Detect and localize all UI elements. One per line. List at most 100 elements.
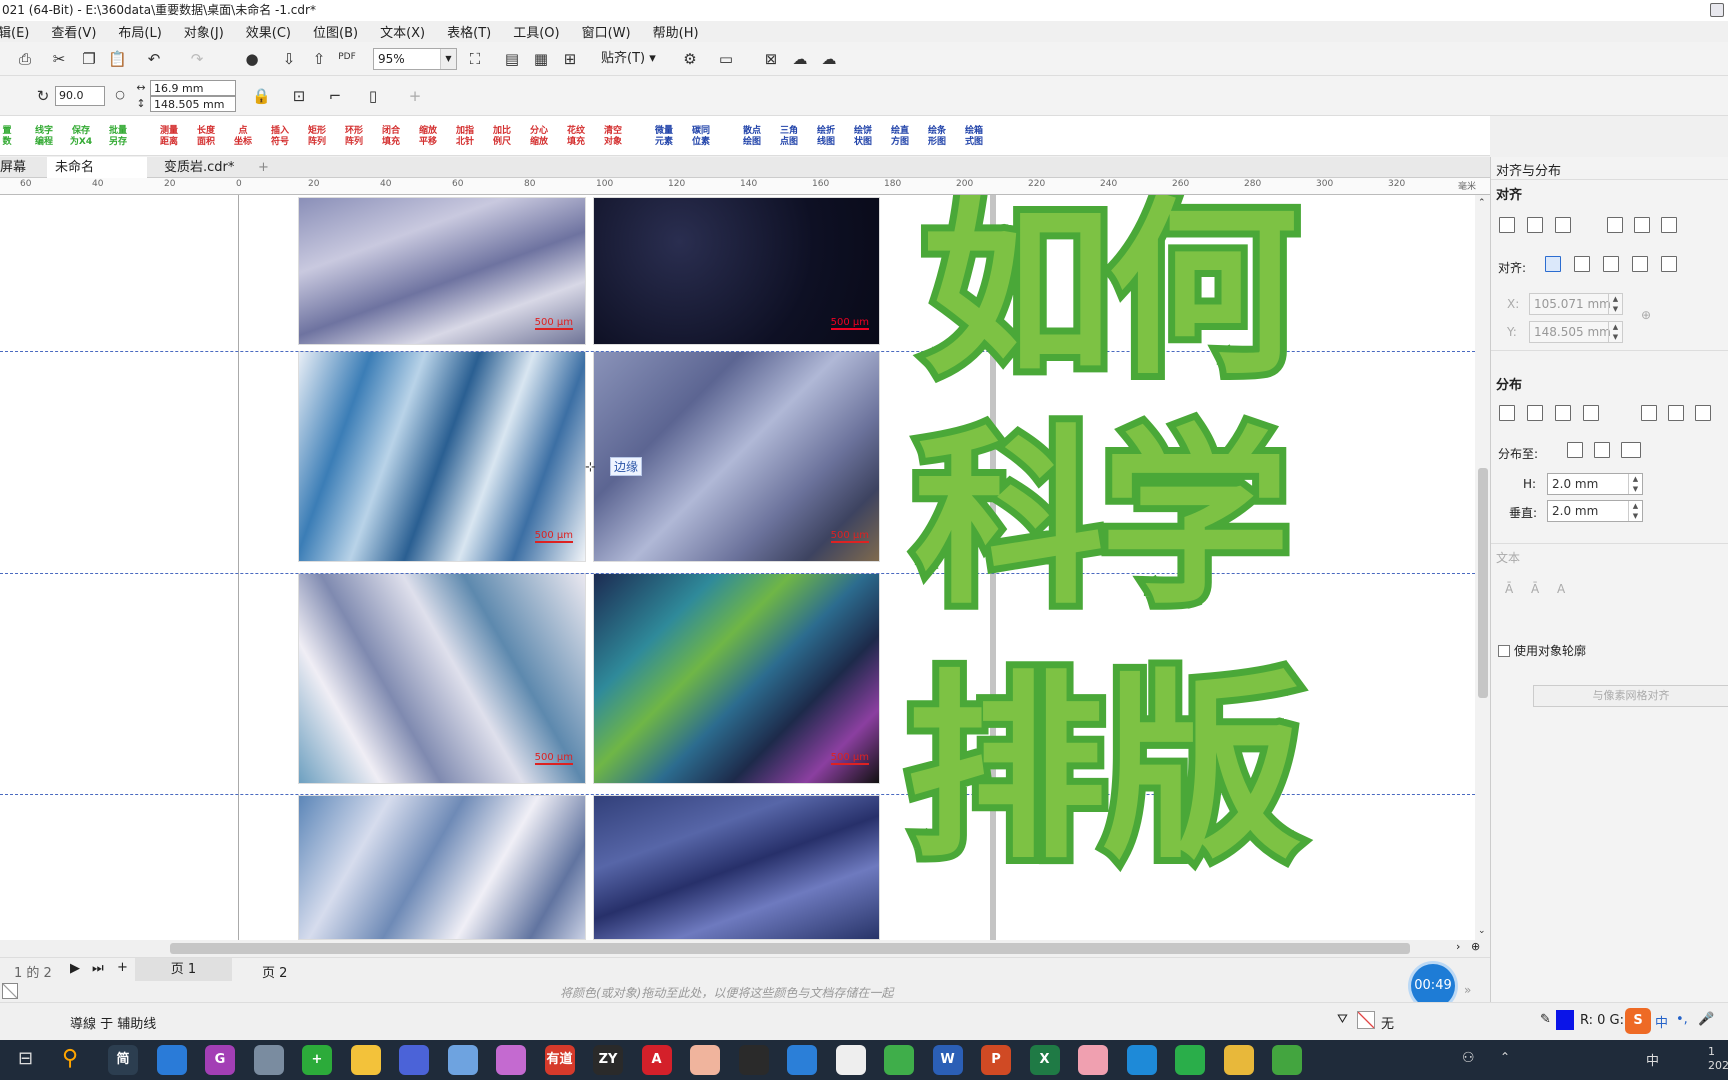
macro-button[interactable]: 加比 例尺: [489, 126, 515, 148]
corel-connect-icon[interactable]: ●: [243, 50, 261, 68]
text-bbox-icon[interactable]: A: [1557, 582, 1565, 596]
zoom-combobox[interactable]: 95% ▼: [373, 48, 457, 70]
macro-button[interactable]: 保存 为X4: [68, 126, 94, 148]
outline-icon[interactable]: ⌐: [326, 87, 344, 105]
macro-button[interactable]: 线字 编程: [31, 126, 57, 148]
macro-button[interactable]: 插入 符号: [267, 126, 293, 148]
align-point-icon[interactable]: [1661, 256, 1677, 272]
cut-icon[interactable]: ✂: [50, 50, 68, 68]
add-icon[interactable]: +: [406, 87, 424, 105]
youdao-icon[interactable]: 有道: [544, 1045, 575, 1075]
redo-icon[interactable]: ↷: [188, 50, 206, 68]
macro-button[interactable]: 缩放 平移: [415, 126, 441, 148]
print-icon[interactable]: ⎙: [16, 50, 34, 68]
macro-button[interactable]: 分心 缩放: [526, 126, 552, 148]
macro-button[interactable]: 花纹 填充: [563, 126, 589, 148]
export-pdf-icon[interactable]: PDF: [338, 48, 356, 66]
menu-window[interactable]: 窗口(W): [582, 22, 631, 41]
distribute-middle-icon[interactable]: [1668, 405, 1684, 421]
media-icon[interactable]: [399, 1045, 429, 1075]
page-tab-1[interactable]: 页 1: [135, 958, 232, 981]
scroll-down-icon[interactable]: ⌄: [1478, 926, 1486, 936]
wechat-icon[interactable]: [1175, 1045, 1205, 1075]
thin-section-photo-7[interactable]: [298, 795, 586, 940]
scroll-up-icon[interactable]: ⌃: [1478, 198, 1486, 208]
thin-section-photo-6[interactable]: 500 μm: [593, 573, 880, 784]
sogou-ime-icon[interactable]: S: [1625, 1008, 1651, 1034]
flower-icon[interactable]: [447, 1045, 478, 1075]
align-selection-icon[interactable]: [1574, 256, 1590, 272]
undo-icon[interactable]: ↶: [145, 50, 163, 68]
full-screen-icon[interactable]: ⛶: [466, 50, 484, 68]
h-spacing-field[interactable]: 2.0 mm ▲ ▼: [1547, 473, 1643, 495]
macro-button[interactable]: 碳同 位素: [688, 126, 714, 148]
target-icon[interactable]: ⊕: [1641, 308, 1651, 322]
align-center-h-icon[interactable]: [1527, 217, 1543, 233]
distribute-top-icon[interactable]: [1641, 405, 1657, 421]
qq-icon[interactable]: [738, 1045, 769, 1075]
macro-button[interactable]: 测量 距离: [156, 126, 182, 148]
app-green-icon[interactable]: [884, 1045, 914, 1075]
horizontal-scroll-thumb[interactable]: [170, 943, 1410, 954]
distribute-bottom-icon[interactable]: [1695, 405, 1711, 421]
sogou-browser-icon[interactable]: [156, 1045, 187, 1075]
y-field[interactable]: 148.505 mm ▲ ▼: [1529, 321, 1623, 343]
align-top-icon[interactable]: [1607, 217, 1623, 233]
pig-icon[interactable]: [1078, 1045, 1108, 1075]
width-field[interactable]: 16.9 mm: [150, 80, 236, 96]
menu-help[interactable]: 帮助(H): [653, 22, 699, 41]
outline-checkbox[interactable]: [1498, 645, 1510, 657]
import-icon[interactable]: ⇩: [280, 50, 298, 68]
guide-icon[interactable]: ▯: [364, 87, 382, 105]
tab-metamorphic[interactable]: 变质岩.cdr*: [156, 157, 242, 178]
paste-icon[interactable]: 📋: [108, 50, 127, 68]
close-doc-icon[interactable]: ⊠: [762, 50, 780, 68]
title-text-line-1[interactable]: 如何: [915, 195, 1305, 392]
align-left-icon[interactable]: [1499, 217, 1515, 233]
menu-text[interactable]: 文本(X): [380, 22, 425, 41]
outline-color-swatch[interactable]: [1556, 1010, 1574, 1030]
thin-section-photo-5[interactable]: 500 μm: [298, 573, 586, 784]
ime-mode[interactable]: 中: [1655, 1012, 1668, 1031]
punctuation-icon[interactable]: •,: [1676, 1012, 1688, 1027]
distribute-right-icon[interactable]: [1583, 405, 1599, 421]
macro-button[interactable]: 闭合 填充: [378, 126, 404, 148]
clock[interactable]: 1 202: [1708, 1045, 1728, 1073]
macro-button[interactable]: 置 数: [0, 126, 20, 148]
excel-icon[interactable]: X: [1029, 1045, 1060, 1075]
photos-icon[interactable]: [787, 1045, 817, 1075]
distribute-selection-icon[interactable]: [1567, 442, 1583, 458]
text-first-line-icon[interactable]: Ā: [1531, 582, 1539, 596]
align-active-objects-icon[interactable]: [1545, 256, 1561, 272]
macro-button[interactable]: 三角 点图: [776, 126, 802, 148]
options-gear-icon[interactable]: ⚙: [681, 50, 699, 68]
zoom-nav-icon[interactable]: ⊕: [1471, 940, 1480, 953]
macro-button[interactable]: 散点 绘图: [739, 126, 765, 148]
align-page-edge-icon[interactable]: [1603, 256, 1619, 272]
new-tab-icon[interactable]: +: [250, 157, 277, 178]
tab-untitled[interactable]: 未命名 -1.cdr*: [47, 157, 147, 196]
distribute-page-icon[interactable]: [1594, 442, 1610, 458]
show-rulers-icon[interactable]: ▤: [503, 50, 521, 68]
distribute-spacing-value-icon[interactable]: [1621, 442, 1641, 458]
menu-layout[interactable]: 布局(L): [118, 22, 161, 41]
align-right-icon[interactable]: [1555, 217, 1571, 233]
title-text-line-3[interactable]: 排版: [899, 663, 1309, 877]
macro-button[interactable]: 批量 另存: [105, 126, 131, 148]
macro-button[interactable]: 加指 北针: [452, 126, 478, 148]
picture-icon[interactable]: [496, 1045, 526, 1075]
search-icon[interactable]: ⚲: [62, 1046, 78, 1071]
robot-icon[interactable]: [253, 1045, 284, 1075]
snap-to-dropdown[interactable]: 贴齐(T) ▾: [601, 47, 656, 66]
palette-expand-icon[interactable]: »: [1464, 983, 1471, 997]
distribute-center-icon[interactable]: [1527, 405, 1543, 421]
menu-bitmaps[interactable]: 位图(B): [313, 22, 358, 41]
v-spacing-field[interactable]: 2.0 mm ▲ ▼: [1547, 500, 1643, 522]
macro-button[interactable]: 清空 对象: [600, 126, 626, 148]
macro-button[interactable]: 绘条 形图: [924, 126, 950, 148]
app-launcher-icon[interactable]: ▭: [717, 50, 735, 68]
last-page-icon[interactable]: ⏭: [92, 961, 104, 976]
show-guides-icon[interactable]: ⊞: [561, 50, 579, 68]
folder-icon[interactable]: [1223, 1045, 1254, 1075]
pixel-align-button[interactable]: 与像素网格对齐: [1533, 685, 1728, 707]
